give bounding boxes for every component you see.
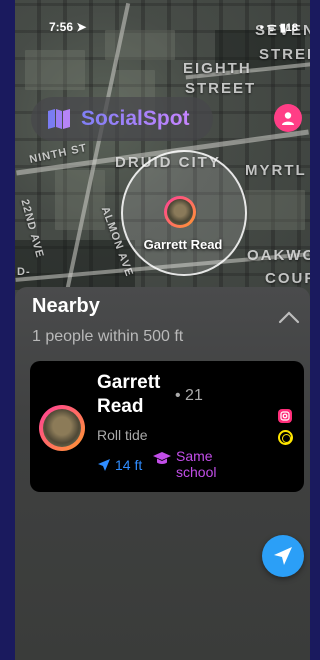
distance-text: 14 ft (115, 457, 143, 473)
user-map-pin[interactable] (164, 196, 196, 228)
person-icon (282, 112, 294, 125)
chevron-up-icon[interactable] (278, 309, 300, 325)
pin-label: Garrett Read (143, 237, 223, 252)
street-label: EIGHTH (183, 60, 252, 77)
user-age: • 21 (175, 387, 203, 404)
phone-screen: SEVENTH STREET EIGHTH STREET NINTH ST DR… (15, 0, 310, 660)
navigation-arrow-icon (274, 547, 292, 565)
user-name: Garrett Read (97, 372, 161, 417)
sheet-subtitle: 1 people within 500 ft (32, 328, 184, 345)
map-icon (48, 109, 70, 129)
location-arrow-icon (98, 459, 110, 471)
user-bio: Roll tide (97, 427, 148, 443)
distance-label: 14 ft (97, 457, 142, 473)
graduation-cap-icon (153, 452, 171, 464)
camera-glyph (280, 411, 290, 421)
status-bar: 7:56 ➤ • ᯤ ▮18 (15, 0, 310, 40)
status-time: 7:56 ➤ (49, 20, 86, 34)
sheet-title: Nearby (32, 295, 100, 317)
map-view[interactable]: SEVENTH STREET EIGHTH STREET NINTH ST DR… (15, 0, 310, 300)
avatar (39, 405, 85, 451)
street-label: MYRTL (245, 162, 307, 179)
app-brand-pill: SocialSpot (31, 97, 213, 141)
nearby-sheet: Nearby 1 people within 500 ft Garrett Re… (15, 287, 310, 660)
school-text: Same school (176, 448, 217, 480)
status-icons: • ᯤ ▮18 (259, 22, 298, 34)
street-label: STREET (259, 46, 310, 63)
avatar-image (43, 409, 81, 447)
instagram-icon[interactable] (278, 409, 292, 423)
snapchat-icon[interactable] (278, 430, 293, 445)
location-arrow-icon: ➤ (76, 20, 87, 34)
street-label: STREET (185, 80, 257, 97)
same-school-badge: Same school (152, 448, 220, 480)
profile-button[interactable] (274, 104, 302, 132)
street-label: OAKWO (247, 247, 310, 264)
pin-avatar (167, 199, 193, 225)
street-label: COUR (265, 270, 310, 287)
nearby-user-card[interactable]: Garrett Read • 21 Roll tide 14 ft Same s… (30, 361, 304, 492)
locate-me-button[interactable] (262, 535, 304, 577)
app-name: SocialSpot (81, 107, 190, 130)
time-text: 7:56 (49, 20, 74, 34)
street-label: D- (17, 266, 31, 278)
